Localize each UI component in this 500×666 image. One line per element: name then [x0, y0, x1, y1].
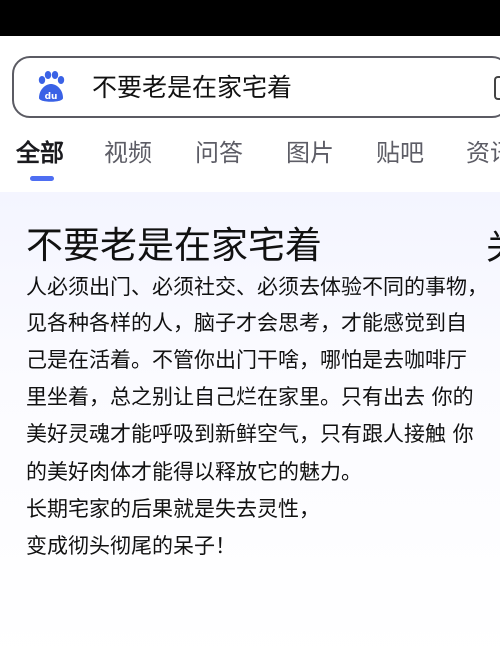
tab-video[interactable]: 视频 [104, 136, 152, 170]
result-text-line: 的美好肉体才能得以释放它的魅力。 [26, 460, 362, 484]
tab-qa[interactable]: 问答 [195, 136, 243, 170]
tab-news[interactable]: 资讯 [466, 136, 500, 170]
search-tabs: 全部 视频 问答 图片 贴吧 资讯 [0, 136, 500, 180]
svg-text:du: du [45, 92, 58, 102]
tab-all[interactable]: 全部 [16, 136, 64, 170]
result-text-line: 长期宅家的后果就是失去灵性， [26, 497, 320, 521]
active-tab-indicator [30, 176, 54, 181]
status-bar [0, 0, 500, 36]
result-title[interactable]: 不要老是在家宅着 [26, 222, 322, 270]
result-text-line: 己是在活着。不管你出门干啥，哪怕是去咖啡厅 [26, 348, 467, 372]
baidu-paw-icon: du [38, 71, 65, 102]
result-text-line: 里坐着，总之别让自己烂在家里。只有出去 你的 [26, 385, 474, 409]
camera-icon[interactable] [494, 76, 500, 100]
search-input[interactable]: 不要老是在家宅着 [92, 71, 292, 105]
tab-images[interactable]: 图片 [286, 136, 334, 170]
result-text-line: 人必须出门、必须社交、必须去体验不同的事物， [26, 275, 488, 299]
result-title-cut-text: 关 [486, 226, 500, 270]
result-text-line: 美好灵魂才能呼吸到新鲜空气，只有跟人接触 你 [26, 422, 474, 446]
result-text-line: 见各种各样的人，脑子才会思考，才能感觉到自 [26, 311, 467, 335]
result-text-line: 变成彻头彻尾的呆子！ [26, 534, 236, 558]
tab-tieba[interactable]: 贴吧 [376, 136, 424, 170]
search-box[interactable]: du 不要老是在家宅着 [12, 56, 500, 118]
